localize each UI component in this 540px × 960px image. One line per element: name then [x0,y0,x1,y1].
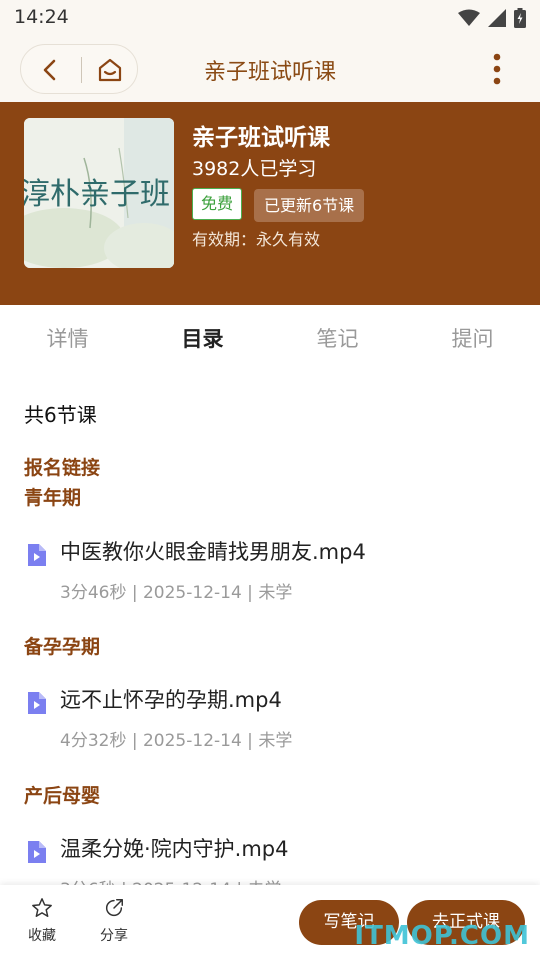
course-header: 淳朴亲子班 亲子班试听课 3982人已学习 免费 已更新6节课 有效期：永久有效 [0,102,540,305]
lesson-item[interactable]: 中医教你火眼金睛找男朋友.mp4 3分46秒 | 2025-12-14 | 未学 [24,536,524,606]
bottom-action-bar: 收藏 分享 写笔记 去正式课 ITMOP.COM [0,885,540,960]
lesson-title: 中医教你火眼金睛找男朋友.mp4 [60,540,366,564]
wifi-icon [458,9,480,26]
section-title-youth: 青年期 [24,487,82,509]
page-title: 亲子班试听课 [203,60,336,85]
tab-bar: 详情 目录 笔记 提问 [0,305,540,375]
lesson-title: 远不止怀孕的孕期.mp4 [60,688,282,712]
video-file-icon [28,544,46,566]
favorite-label: 收藏 [28,928,56,944]
catalog-list: 共6节课 报名链接 青年期 中医教你火眼金睛找男朋友.mp4 3分46秒 | 2… [0,375,540,885]
lesson-count: 共6节课 [24,403,97,427]
more-icon[interactable] [492,52,502,86]
section-title-postpartum: 产后母婴 [24,785,101,807]
learner-count: 3982人已学习 [192,158,317,180]
status-time: 14:24 [14,6,69,28]
star-icon [32,898,52,917]
cover-text: 淳朴亲子班 [24,177,170,212]
section-title-pregnancy: 备孕孕期 [24,636,101,658]
validity-text: 有效期：永久有效 [192,230,321,249]
share-label: 分享 [100,928,128,944]
lesson-item[interactable]: 远不止怀孕的孕期.mp4 4分32秒 | 2025-12-14 | 未学 [24,684,524,754]
tab-questions[interactable]: 提问 [405,305,540,375]
watermark: ITMOP.COM [354,921,530,951]
lesson-meta: 3分46秒 | 2025-12-14 | 未学 [60,583,293,603]
lesson-meta: 3分6秒 | 2025-12-14 | 未学 [60,875,282,885]
section-title-signup[interactable]: 报名链接 [24,453,100,480]
lesson-meta: 4分32秒 | 2025-12-14 | 未学 [60,731,293,751]
tab-catalog[interactable]: 目录 [135,305,270,375]
lesson-item[interactable]: 温柔分娩·院内守护.mp4 3分6秒 | 2025-12-14 | 未学 [24,833,524,885]
cover-artwork: 淳朴亲子班 [24,118,174,268]
video-file-icon [28,692,46,714]
free-badge: 免费 [192,188,243,220]
signal-icon [488,9,506,27]
share-button[interactable]: 分享 [94,897,134,945]
lesson-title: 温柔分娩·院内守护.mp4 [60,837,289,861]
share-icon [105,899,123,917]
battery-icon [514,8,526,28]
tab-notes[interactable]: 笔记 [270,305,405,375]
updated-lessons-badge: 已更新6节课 [254,189,365,222]
status-bar: 14:24 [0,0,540,36]
course-title: 亲子班试听课 [192,125,330,151]
video-file-icon [28,841,46,863]
tab-details[interactable]: 详情 [0,305,135,375]
status-icons [458,8,526,28]
course-cover-image: 淳朴亲子班 [24,118,174,268]
favorite-button[interactable]: 收藏 [22,897,62,945]
nav-bar: 亲子班试听课 [0,36,540,102]
